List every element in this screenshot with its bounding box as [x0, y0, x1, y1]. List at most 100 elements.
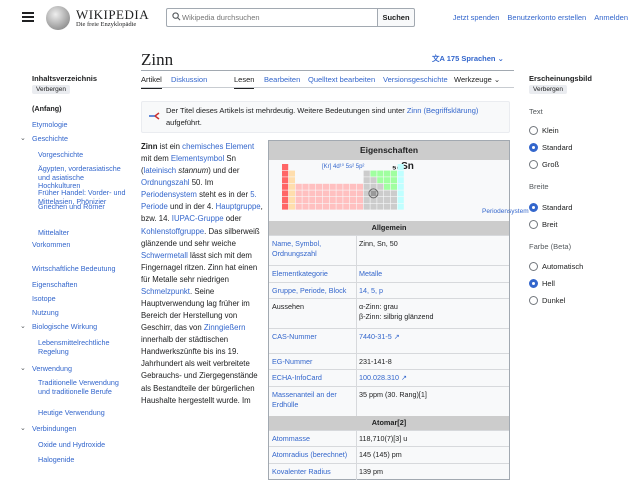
periodic-table-cell [343, 190, 350, 197]
infobox-row: Aussehen α-Zinn: grau β-Zinn: silbrig glä… [269, 298, 509, 328]
chevron-down-icon[interactable]: ⌄ [20, 323, 26, 331]
tab-edit-source[interactable]: Quelltext bearbeiten [308, 75, 375, 84]
periodic-table-cell [350, 190, 357, 197]
radio-icon [529, 126, 538, 135]
color-label: Farbe (Beta) [529, 242, 572, 251]
article-link[interactable]: chemisches Element [182, 142, 254, 151]
infobox-value[interactable]: 100.028.310 ↗ [359, 373, 507, 383]
periodic-table-cell [302, 190, 309, 197]
color-auto-radio[interactable]: Automatisch [529, 262, 583, 271]
donate-link[interactable]: Jetzt spenden [453, 13, 500, 22]
infobox-value[interactable]: Metalle [359, 269, 507, 279]
toc-item[interactable]: Lebensmittelrechtliche Regelung [38, 338, 126, 356]
article-link[interactable]: Schwermetall [141, 251, 188, 260]
text-size-standard-radio[interactable]: Standard [529, 143, 572, 152]
disambiguation-link[interactable]: Zinn (Begriffsklärung) [407, 106, 479, 115]
notice-prefix: Der Titel dieses Artikels ist mehrdeutig… [166, 106, 405, 115]
infobox-row: Atommasse 118,710(7)[3] u [269, 430, 509, 446]
periodic-table-cell [384, 170, 391, 177]
periodic-table-cell [343, 183, 350, 190]
infobox-key[interactable]: Gruppe, Periode, Block [272, 286, 354, 296]
main-menu-icon[interactable] [22, 12, 34, 22]
radio-checked-icon [529, 279, 538, 288]
toc-item[interactable]: Biologische Wirkung [32, 322, 132, 332]
infobox-value: 145 (145) pm [359, 450, 402, 459]
toc-item[interactable]: Vorgeschichte [38, 150, 126, 160]
toc-item[interactable]: Eigenschaften [32, 280, 132, 290]
infobox-key[interactable]: ECHA-InfoCard [272, 373, 354, 383]
tab-history[interactable]: Versionsgeschichte [383, 75, 448, 84]
language-button[interactable]: 文A 175 Sprachen ⌄ [432, 53, 504, 64]
infobox-value[interactable]: 7440-31-5 ↗ [359, 332, 507, 342]
width-standard-radio[interactable]: Standard [529, 203, 572, 212]
toc-item[interactable]: Nutzung [32, 308, 132, 318]
infobox-key[interactable]: Massenanteil an der Erdhülle [272, 390, 354, 409]
search-input[interactable] [182, 10, 372, 24]
toc-item[interactable]: Isotope [32, 294, 132, 304]
wikipedia-globe-logo[interactable] [46, 6, 70, 30]
infobox-title: Eigenschaften [269, 141, 509, 160]
periodic-table-cell [288, 170, 295, 177]
toc-item[interactable]: Verbindungen [32, 424, 132, 434]
chevron-down-icon[interactable]: ⌄ [20, 425, 26, 433]
article-link[interactable]: Ordnungszahl [141, 178, 190, 187]
toc-item[interactable]: (Anfang) [32, 104, 132, 114]
periodic-table-cell [356, 190, 363, 197]
infobox-row: Massenanteil an der Erdhülle 35 ppm (30. … [269, 386, 509, 416]
search-button[interactable]: Suchen [377, 8, 415, 27]
toc-item[interactable]: Wirtschaftliche Bedeutung [32, 264, 132, 274]
infobox-key[interactable]: Atommasse [272, 434, 354, 444]
chevron-down-icon[interactable]: ⌄ [20, 135, 26, 143]
chevron-down-icon[interactable]: ⌄ [20, 365, 26, 373]
radio-icon [529, 220, 538, 229]
periodic-table-cell [390, 183, 397, 190]
width-wide-radio[interactable]: Breit [529, 220, 557, 229]
infobox-value[interactable]: 14, 5, p [359, 286, 507, 296]
toc-item[interactable]: Vorkommen [32, 240, 132, 250]
notice-text: Der Titel dieses Artikels ist mehrdeutig… [166, 105, 506, 128]
radio-label: Automatisch [542, 262, 584, 271]
toc-item[interactable]: Griechen und Römer [38, 202, 126, 212]
periodic-table-cell [397, 203, 404, 210]
tools-menu[interactable]: Werkzeuge ⌄ [454, 75, 500, 84]
infobox-key[interactable]: Atomradius (berechnet) [272, 450, 354, 460]
color-dark-radio[interactable]: Dunkel [529, 296, 565, 305]
infobox-key[interactable]: CAS-Nummer [272, 332, 354, 342]
periodic-table-cell [316, 183, 323, 190]
create-account-link[interactable]: Benutzerkonto erstellen [507, 13, 586, 22]
toc-item[interactable]: Heutige Verwendung [38, 408, 126, 418]
article-link[interactable]: IUPAC-Gruppe [172, 214, 224, 223]
color-light-radio[interactable]: Hell [529, 279, 555, 288]
article-link[interactable]: lateinisch [144, 166, 177, 175]
toc-item[interactable]: Traditionelle Verwendung und traditionel… [38, 378, 126, 396]
toc-item[interactable]: Geschichte [32, 134, 132, 144]
text-size-small-radio[interactable]: Klein [529, 126, 559, 135]
article-link[interactable]: Hauptgruppe [216, 202, 261, 211]
periodic-table-cell [322, 190, 329, 197]
article-link[interactable]: Periodensystem [141, 190, 197, 199]
text-size-large-radio[interactable]: Groß [529, 160, 559, 169]
toc-item[interactable]: Oxide und Hydroxide [38, 440, 126, 450]
periodic-table-image[interactable] [282, 164, 412, 214]
appearance-hide-button[interactable]: Verbergen [529, 85, 567, 94]
toc-item[interactable]: Etymologie [32, 120, 132, 130]
periodic-table-link[interactable]: Periodensystem [482, 208, 529, 215]
infobox-key[interactable]: Name, Symbol, Ordnungszahl [272, 239, 354, 258]
toc-item[interactable]: Halogenide [38, 455, 126, 465]
periodic-table-cell [397, 190, 404, 197]
toc-item[interactable]: Mittelalter [38, 228, 126, 238]
lead-word: Zinn [141, 142, 158, 151]
article-link[interactable]: Kohlenstoffgruppe [141, 227, 204, 236]
periodic-table-cell [370, 177, 377, 184]
article-link[interactable]: Zinngießern [204, 323, 246, 332]
article-link[interactable]: Elementsymbol [171, 154, 224, 163]
infobox-key[interactable]: EG-Nummer [272, 357, 354, 367]
infobox-key[interactable]: Elementkategorie [272, 269, 354, 279]
infobox-key[interactable]: Kovalenter Radius [272, 467, 354, 477]
toc-item[interactable]: Verwendung [32, 364, 132, 374]
tab-discussion[interactable]: Diskussion [171, 75, 207, 84]
tab-edit[interactable]: Bearbeiten [264, 75, 300, 84]
toc-hide-button[interactable]: Verbergen [32, 85, 70, 94]
article-link[interactable]: Schmelzpunkt [141, 287, 190, 296]
login-link[interactable]: Anmelden [594, 13, 628, 22]
